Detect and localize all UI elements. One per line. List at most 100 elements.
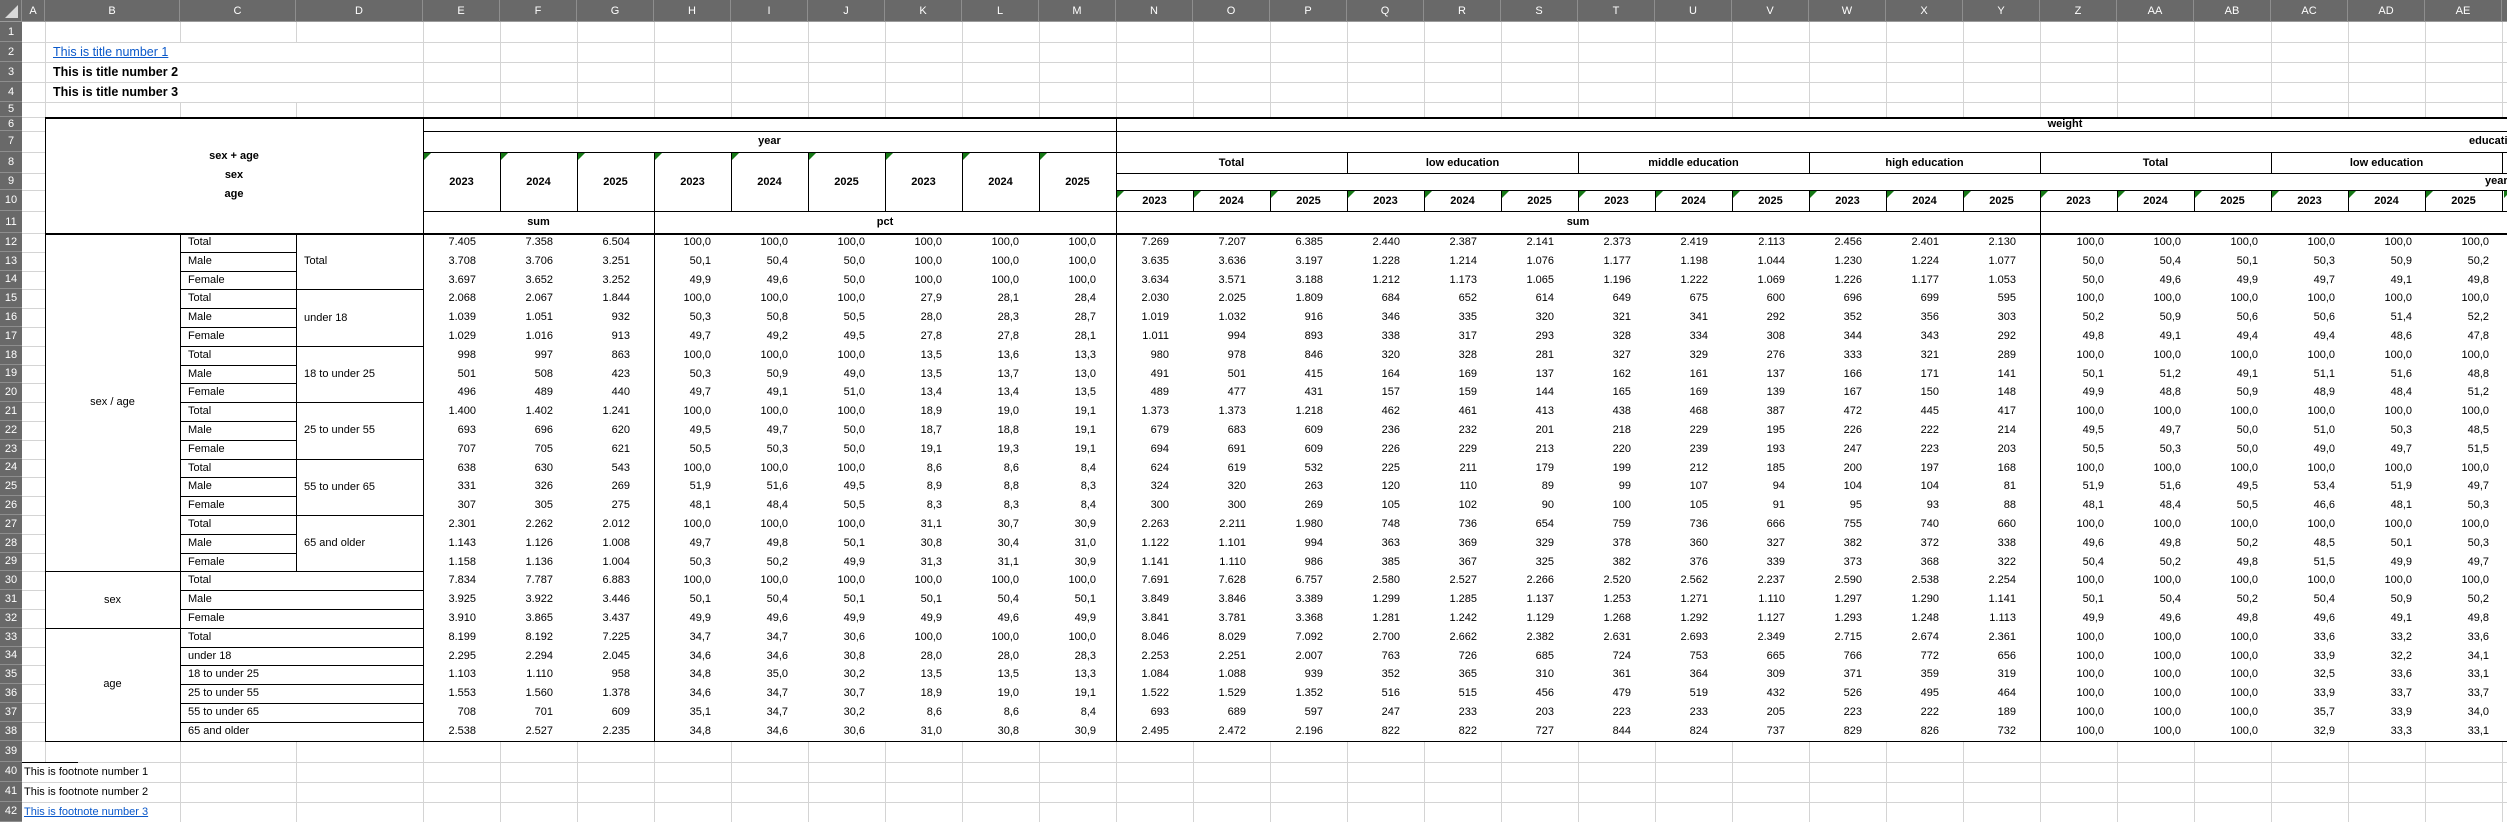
data-cell[interactable]: 30,9 xyxy=(1039,722,1116,741)
data-cell[interactable]: 33,9 xyxy=(2348,703,2425,722)
data-cell[interactable]: 35,1 xyxy=(654,703,731,722)
data-cell[interactable]: 100,0 xyxy=(2348,402,2425,421)
data-cell[interactable]: 666 xyxy=(1732,515,1809,534)
data-cell[interactable]: 597 xyxy=(1270,703,1347,722)
year-header-cell[interactable]: 2025 xyxy=(1963,190,2040,211)
data-cell[interactable]: 50,9 xyxy=(2117,308,2194,327)
data-cell[interactable]: 1.230 xyxy=(1809,252,1886,271)
data-cell[interactable]: 13,3 xyxy=(1039,346,1116,365)
data-cell[interactable]: 34,6 xyxy=(654,684,731,703)
data-cell[interactable]: 28,7 xyxy=(1039,308,1116,327)
data-cell[interactable]: 49,6 xyxy=(2271,609,2348,628)
data-cell[interactable]: 50,0 xyxy=(808,440,885,459)
data-cell[interactable]: 50,4 xyxy=(731,252,808,271)
data-cell[interactable]: 1.285 xyxy=(1424,590,1501,609)
data-cell[interactable]: 49,5 xyxy=(2194,477,2271,496)
data-cell[interactable]: 144 xyxy=(1501,383,1578,402)
data-cell[interactable]: 49,9 xyxy=(808,553,885,572)
data-cell[interactable]: 100,0 xyxy=(2040,515,2117,534)
data-cell[interactable]: 100,0 xyxy=(2271,515,2348,534)
data-cell[interactable]: 50,6 xyxy=(2271,308,2348,327)
data-cell[interactable]: 998 xyxy=(423,346,500,365)
data-cell[interactable]: 100,0 xyxy=(654,571,731,590)
data-cell[interactable]: 932 xyxy=(577,308,654,327)
data-cell[interactable]: 50,4 xyxy=(2271,590,2348,609)
data-cell[interactable]: 8,6 xyxy=(885,459,962,478)
data-cell[interactable]: 2.580 xyxy=(1347,571,1424,590)
year-header-cell[interactable]: 2024 xyxy=(1424,190,1501,211)
data-cell[interactable]: 50,5 xyxy=(808,496,885,515)
data-cell[interactable]: 846 xyxy=(1270,346,1347,365)
age-group-cell[interactable]: 18 to under 25 xyxy=(296,346,423,402)
data-cell[interactable]: 2.456 xyxy=(1809,233,1886,252)
sex-cell[interactable]: Total xyxy=(180,515,296,534)
data-cell[interactable]: 50,3 xyxy=(2425,534,2502,553)
data-cell[interactable]: 994 xyxy=(1270,534,1347,553)
data-cell[interactable]: 100,0 xyxy=(2040,346,2117,365)
data-cell[interactable]: 489 xyxy=(1116,383,1193,402)
data-cell[interactable]: 100,0 xyxy=(654,233,731,252)
data-cell[interactable]: 49,9 xyxy=(885,609,962,628)
data-cell[interactable]: 100,0 xyxy=(2425,515,2502,534)
data-cell[interactable]: 8,3 xyxy=(1039,477,1116,496)
data-cell[interactable]: 28,1 xyxy=(962,289,1039,308)
data-cell[interactable]: 100 xyxy=(1578,496,1655,515)
data-cell[interactable]: 1.051 xyxy=(500,308,577,327)
row-number-1[interactable]: 1 xyxy=(0,22,22,42)
row-number-27[interactable]: 27 xyxy=(0,515,22,534)
data-cell[interactable]: 2.387 xyxy=(1424,233,1501,252)
data-cell[interactable]: 7.207 xyxy=(1193,233,1270,252)
data-cell[interactable]: 50,2 xyxy=(2194,534,2271,553)
data-cell[interactable]: 51,6 xyxy=(731,477,808,496)
data-cell[interactable]: 100,0 xyxy=(1039,252,1116,271)
data-cell[interactable]: 49,8 xyxy=(2425,271,2502,290)
data-cell[interactable]: 495 xyxy=(1886,684,1963,703)
row-number-6[interactable]: 6 xyxy=(0,117,22,131)
stub-cell[interactable]: Male xyxy=(180,590,423,609)
data-cell[interactable]: 1.268 xyxy=(1578,609,1655,628)
data-cell[interactable]: 1.293 xyxy=(1809,609,1886,628)
data-cell[interactable]: 100,0 xyxy=(2117,628,2194,647)
row-number-33[interactable]: 33 xyxy=(0,628,22,647)
data-cell[interactable]: 621 xyxy=(577,440,654,459)
data-cell[interactable]: 361 xyxy=(1578,665,1655,684)
data-cell[interactable]: 1.110 xyxy=(500,665,577,684)
sex-cell[interactable]: Male xyxy=(180,308,296,327)
data-cell[interactable]: 689 xyxy=(1193,703,1270,722)
data-cell[interactable]: 32,5 xyxy=(2271,665,2348,684)
data-cell[interactable]: 3.849 xyxy=(1116,590,1193,609)
stub-cell[interactable]: 18 to under 25 xyxy=(180,665,423,684)
data-cell[interactable]: 100,0 xyxy=(1039,233,1116,252)
data-cell[interactable]: 49,9 xyxy=(808,609,885,628)
data-cell[interactable]: 737 xyxy=(1732,722,1809,741)
education-group-header[interactable]: Total xyxy=(2040,152,2271,173)
data-cell[interactable]: 49,8 xyxy=(2194,609,2271,628)
data-cell[interactable]: 1.127 xyxy=(1732,609,1809,628)
data-cell[interactable]: 736 xyxy=(1424,515,1501,534)
row-number-14[interactable]: 14 xyxy=(0,271,22,290)
stub-cell[interactable]: under 18 xyxy=(180,647,423,666)
data-cell[interactable]: 95 xyxy=(1809,496,1886,515)
data-cell[interactable]: 49,7 xyxy=(2425,553,2502,572)
column-header-V[interactable]: V xyxy=(1732,0,1809,22)
column-header-AC[interactable]: AC xyxy=(2271,0,2348,22)
year-header-cell[interactable]: 2024 xyxy=(1886,190,1963,211)
data-cell[interactable]: 50,4 xyxy=(2040,553,2117,572)
data-cell[interactable]: 2.294 xyxy=(500,647,577,666)
data-cell[interactable]: 1.553 xyxy=(423,684,500,703)
data-cell[interactable]: 327 xyxy=(1578,346,1655,365)
data-cell[interactable]: 2.251 xyxy=(1193,647,1270,666)
data-cell[interactable]: 1.053 xyxy=(1963,271,2040,290)
data-cell[interactable]: 691 xyxy=(1193,440,1270,459)
data-cell[interactable]: 3.251 xyxy=(577,252,654,271)
data-cell[interactable]: 3.188 xyxy=(1270,271,1347,290)
data-cell[interactable]: 378 xyxy=(1578,534,1655,553)
data-cell[interactable]: 3.781 xyxy=(1193,609,1270,628)
year-header-cell[interactable]: 2024 xyxy=(731,152,808,211)
data-cell[interactable]: 822 xyxy=(1347,722,1424,741)
data-cell[interactable]: 164 xyxy=(1347,365,1424,384)
data-cell[interactable]: 1.011 xyxy=(1116,327,1193,346)
data-cell[interactable]: 50,9 xyxy=(2348,252,2425,271)
data-cell[interactable]: 52,2 xyxy=(2425,308,2502,327)
column-header-Y[interactable]: Y xyxy=(1963,0,2040,22)
